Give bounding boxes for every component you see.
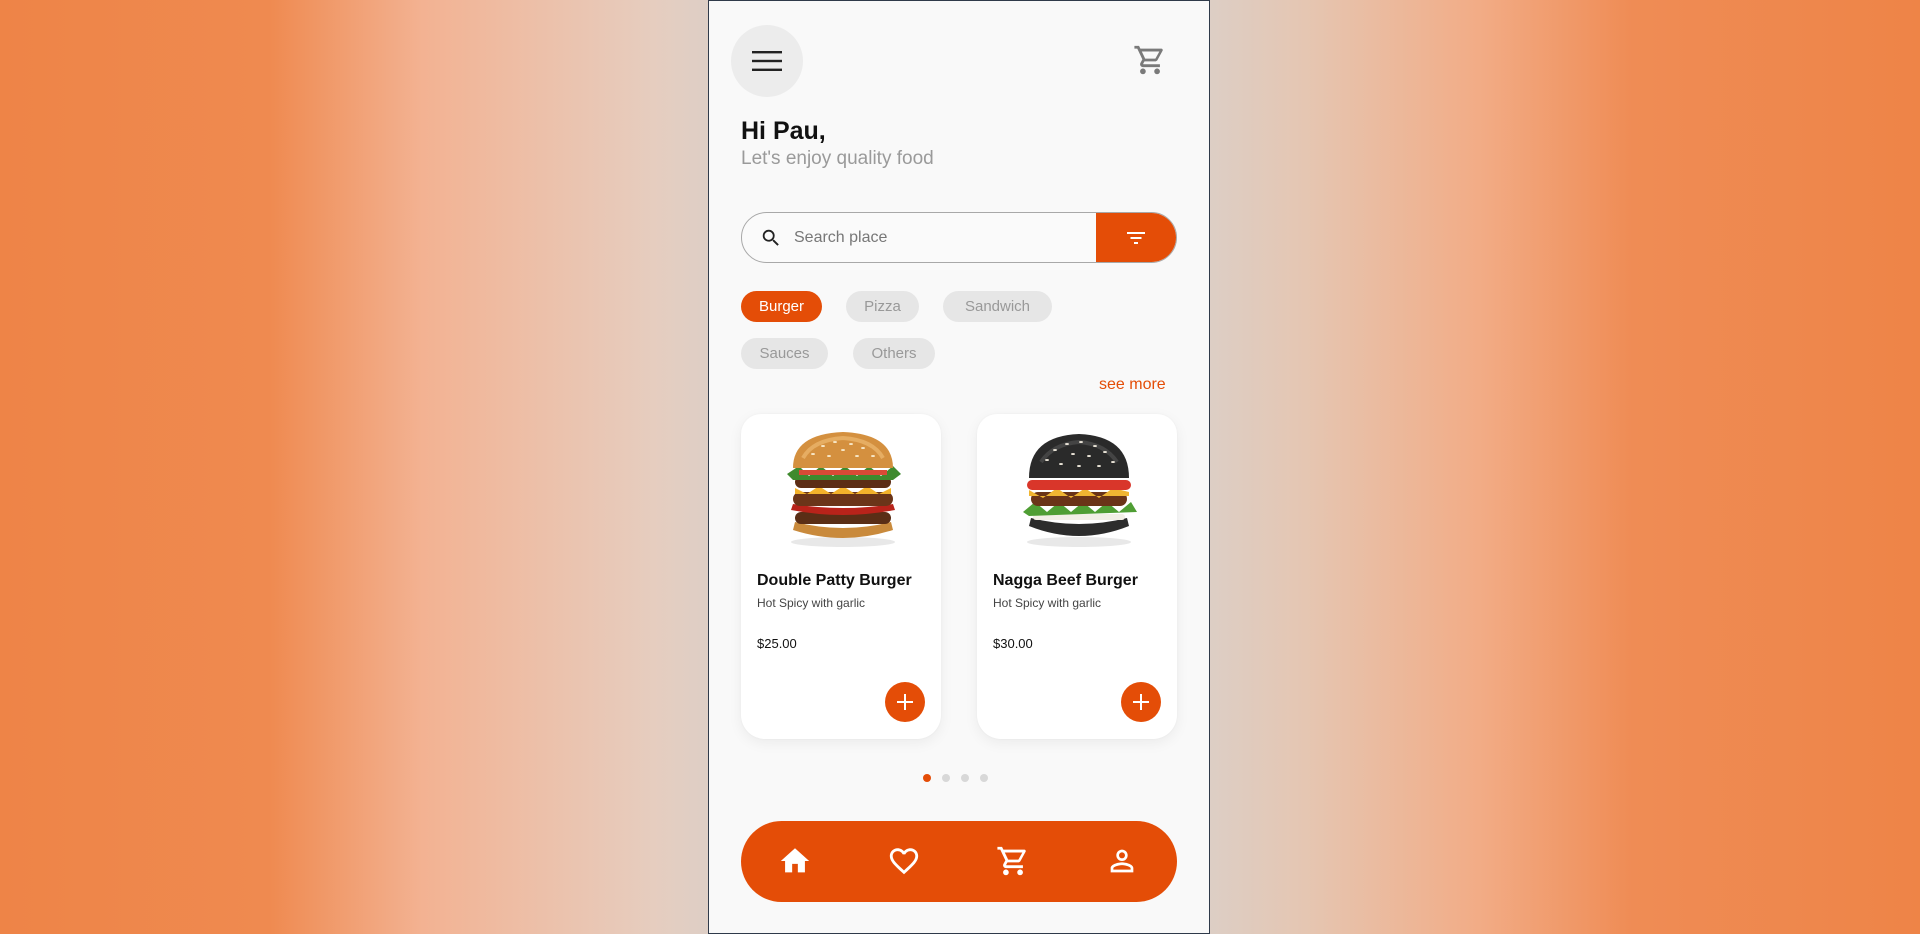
category-chip-sauces[interactable]: Sauces (741, 338, 828, 369)
pagination-dot[interactable] (980, 774, 988, 782)
heart-icon (889, 848, 919, 875)
home-icon (780, 848, 810, 873)
filter-button[interactable] (1096, 213, 1176, 262)
nav-profile[interactable] (1104, 843, 1140, 879)
menu-button[interactable] (731, 25, 803, 97)
search-bar (741, 212, 1177, 263)
nav-home[interactable] (777, 843, 813, 879)
user-icon (1110, 849, 1134, 873)
product-name: Nagga Beef Burger (993, 572, 1138, 589)
category-chip-burger[interactable]: Burger (741, 291, 822, 322)
app-screen: Hi Pau, Let's enjoy quality food Burger … (708, 0, 1210, 934)
add-to-cart-button[interactable] (885, 682, 925, 722)
see-more-link[interactable]: see more (1099, 376, 1166, 394)
product-price: $30.00 (993, 636, 1033, 651)
product-description: Hot Spicy with garlic (757, 596, 866, 610)
category-chip-sandwich[interactable]: Sandwich (943, 291, 1052, 322)
add-to-cart-button[interactable] (1121, 682, 1161, 722)
cart-icon[interactable] (1133, 43, 1167, 77)
plus-icon (1133, 694, 1149, 710)
greeting-title: Hi Pau, (741, 117, 826, 145)
greeting-subtitle: Let's enjoy quality food (741, 148, 934, 169)
cart-icon (997, 846, 1026, 876)
category-chip-pizza[interactable]: Pizza (846, 291, 919, 322)
product-name: Double Patty Burger (757, 572, 912, 589)
double-patty-burger-image (787, 432, 901, 547)
pagination-dot[interactable] (923, 774, 931, 782)
pagination-dot[interactable] (942, 774, 950, 782)
plus-icon (897, 694, 913, 710)
product-price: $25.00 (757, 636, 797, 651)
pagination-dot[interactable] (961, 774, 969, 782)
product-description: Hot Spicy with garlic (993, 596, 1102, 610)
nagga-beef-burger-image (1023, 434, 1137, 547)
bottom-navigation (741, 821, 1177, 902)
product-card[interactable]: Double Patty Burger Hot Spicy with garli… (741, 414, 941, 739)
search-icon (762, 229, 779, 246)
product-card[interactable]: Nagga Beef Burger Hot Spicy with garlic … (977, 414, 1177, 739)
nav-favorites[interactable] (886, 843, 922, 879)
hamburger-menu-icon (752, 51, 782, 71)
carousel-pagination (923, 774, 988, 782)
search-input[interactable] (794, 213, 1094, 262)
filter-icon (1127, 231, 1145, 244)
nav-cart[interactable] (995, 843, 1031, 879)
category-chip-others[interactable]: Others (853, 338, 935, 369)
